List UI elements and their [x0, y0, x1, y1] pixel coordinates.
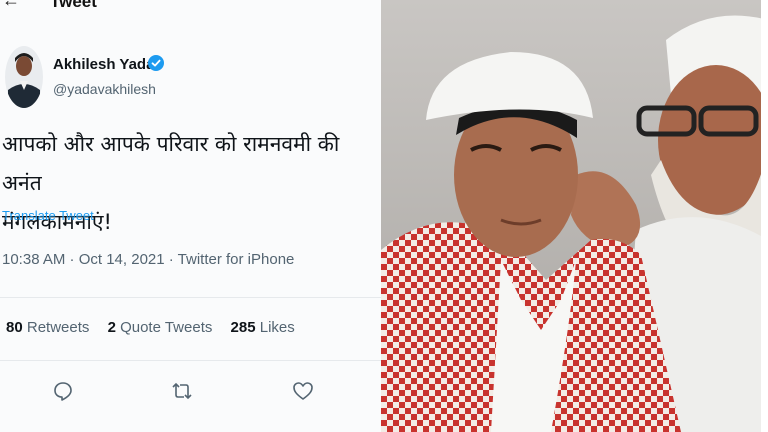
tweet-body: आपको और आपके परिवार को रामनवमी की अनंत म…: [2, 125, 380, 242]
retweets-label: Retweets: [26, 319, 90, 336]
retweet-icon[interactable]: [171, 380, 193, 402]
author-avatar[interactable]: [5, 46, 43, 108]
translate-tweet-link[interactable]: Translate Tweet: [2, 208, 94, 223]
retweets-stat[interactable]: 80 Retweets: [6, 319, 89, 336]
photo-illustration: [381, 0, 768, 432]
tweet-timestamp[interactable]: 10:38 AM · Oct 14, 2021 · Twitter for iP…: [2, 251, 294, 268]
likes-stat[interactable]: 285 Likes: [231, 319, 295, 336]
news-photo: [381, 0, 768, 432]
quote-tweets-label: Quote Tweets: [120, 319, 213, 336]
divider: [0, 360, 381, 361]
divider: [0, 297, 381, 298]
back-arrow-icon[interactable]: ←: [2, 0, 20, 11]
likes-label: Likes: [259, 319, 295, 336]
tweet-header: ← Tweet: [0, 0, 381, 12]
header-title: Tweet: [50, 0, 97, 11]
verified-badge-icon: [148, 55, 164, 71]
author-handle[interactable]: @yadavakhilesh: [53, 81, 156, 97]
tweet-panel: ← Tweet Akhilesh Yadav @yadavakhilesh आप…: [0, 0, 381, 432]
reply-icon[interactable]: [52, 380, 74, 402]
quote-tweets-stat[interactable]: 2 Quote Tweets: [108, 319, 213, 336]
likes-count: 285: [230, 319, 256, 336]
quote-tweets-count: 2: [107, 319, 116, 336]
retweets-count: 80: [6, 319, 23, 336]
author-name[interactable]: Akhilesh Yadav: [53, 56, 163, 73]
like-heart-icon[interactable]: [292, 380, 314, 402]
tweet-text-line: आपको और आपके परिवार को रामनवमी की अनंत: [2, 132, 340, 195]
engagement-stats: 80 Retweets 2 Quote Tweets 285 Likes: [6, 319, 309, 336]
